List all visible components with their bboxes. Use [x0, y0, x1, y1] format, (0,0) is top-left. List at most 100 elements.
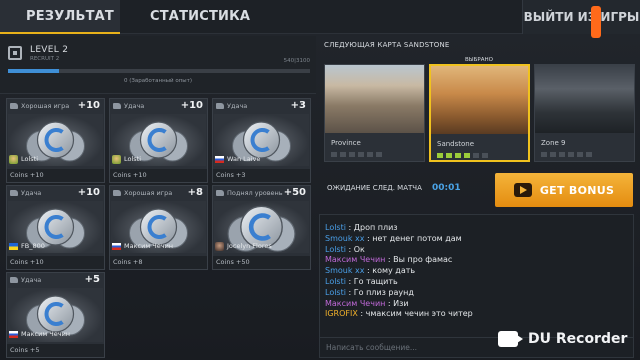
- xp-progress-bar: [8, 69, 310, 73]
- vote-dot: [482, 153, 488, 158]
- card-header: Удача +10: [110, 99, 207, 113]
- level-panel: LEVEL 2 RECRUIT 2 540|3100 0 (Заработанн…: [0, 36, 316, 94]
- player-row: Lolsti: [9, 153, 38, 165]
- chat-sender: Lolsti: [325, 223, 346, 232]
- chat-line: Smouk xx : кому дать: [325, 266, 625, 277]
- vote-dot: [586, 152, 592, 157]
- avatar: [112, 154, 121, 164]
- chat-text: : нет денег потом дам: [367, 233, 462, 243]
- reward-value: +10: [180, 100, 203, 111]
- vote-dot: [455, 153, 461, 158]
- chat-line: IGROFIX : чмаксим чечин это читер: [325, 309, 625, 320]
- flag-ru-icon: [215, 155, 224, 163]
- get-bonus-label: GET BONUS: [539, 183, 615, 197]
- flag-ru-icon: [112, 242, 121, 250]
- vote-dot: [464, 153, 470, 158]
- chat-sender: Максим Чечин: [325, 255, 386, 265]
- recorder-label: DU Recorder: [528, 331, 628, 347]
- reward-value: +8: [187, 187, 203, 198]
- reward-card: Удача +3 Wan Laive Coins +3: [212, 98, 311, 183]
- xp-counter: 540|3100: [283, 58, 310, 64]
- next-map-title: СЛЕДУЮЩАЯ КАРТА SANDSTONE: [324, 41, 450, 49]
- reward-type-icon: [10, 277, 18, 283]
- chat-line: Lolsti : Го тащить: [325, 277, 625, 288]
- vote-dot: [331, 152, 337, 157]
- map-option-province[interactable]: Province: [324, 64, 425, 162]
- card-header: Хорошая игра +8: [110, 186, 207, 200]
- card-header: Хорошая игра +10: [7, 99, 104, 113]
- chat-line: Максим Чечин : Изи: [325, 299, 625, 310]
- player-name: Lolsti: [21, 155, 39, 163]
- reward-type: Хорошая игра: [124, 189, 173, 197]
- map-option-sandstone[interactable]: Sandstone: [429, 64, 530, 162]
- vote-dot: [541, 152, 547, 157]
- vote-dot: [376, 152, 382, 157]
- chat-text: : Дроп плиз: [348, 223, 398, 232]
- map-name: Sandstone: [437, 140, 475, 148]
- video-play-icon: [513, 183, 532, 197]
- chat-sender: Максим Чечин: [325, 298, 386, 308]
- reward-card: Поднял уровень +50 Jocelyn Flores Coins +50: [212, 185, 311, 270]
- card-header: Удача +3: [213, 99, 310, 113]
- chat-line: Smouk xx : нет денег потом дам: [325, 234, 625, 245]
- coins-reward: Coins +10: [110, 169, 207, 182]
- card-header: Удача +10: [7, 186, 104, 200]
- player-row: Максим Чечин: [112, 240, 173, 252]
- chat-text: : Вы про фамас: [387, 255, 453, 265]
- vote-dot: [349, 152, 355, 157]
- chat-sender: Lolsti: [325, 287, 346, 297]
- level-title: LEVEL 2: [30, 45, 69, 55]
- reward-type: Хорошая игра: [21, 102, 70, 110]
- chat-sender: Lolsti: [325, 244, 346, 254]
- chat-sender: IGROFIX: [325, 309, 358, 319]
- reward-type: Поднял уровень: [227, 189, 283, 197]
- vote-dot: [437, 153, 443, 158]
- chat-line: Lolsti : Ок: [325, 245, 625, 256]
- reward-type-icon: [216, 103, 224, 109]
- chat-messages: Lolsti : Дроп плиз Smouk xx : нет денег п…: [325, 223, 625, 320]
- match-result-screen: РЕЗУЛЬТАТ СТАТИСТИКА ВЫЙТИ ИЗ ИГРЫ LEVEL…: [0, 0, 640, 360]
- next-match-timer: 00:01: [432, 183, 461, 193]
- get-bonus-button[interactable]: GET BONUS: [495, 173, 633, 207]
- reward-card: Хорошая игра +10 Lolsti Coins +10: [6, 98, 105, 183]
- recorder-tab[interactable]: [591, 6, 601, 38]
- reward-type: Удача: [124, 102, 145, 110]
- map-option-zone-9[interactable]: Zone 9: [534, 64, 635, 162]
- vote-dot: [473, 153, 479, 158]
- chat-line: Lolsti : Дроп плиз: [325, 223, 625, 234]
- vote-dot: [568, 152, 574, 157]
- reward-value: +10: [77, 187, 100, 198]
- chosen-label: ВЫБРАНО: [465, 57, 493, 63]
- map-name: Zone 9: [541, 139, 566, 147]
- earned-xp-note: 0 (Заработанный опыт): [124, 78, 192, 84]
- reward-type: Удача: [227, 102, 248, 110]
- player-name: Максим Чечин: [124, 242, 174, 250]
- coins-reward: Coins +3: [213, 169, 310, 182]
- reward-type: Удача: [21, 189, 42, 197]
- player-name: Wan Laive: [227, 155, 261, 163]
- player-row: FB_800: [9, 240, 45, 252]
- reward-type-icon: [113, 190, 121, 196]
- map-preview: [431, 66, 528, 134]
- vote-dot: [367, 152, 373, 157]
- player-row: Wan Laive: [215, 153, 260, 165]
- reward-card: Удача +10 FB_800 Coins +10: [6, 185, 105, 270]
- vote-dot: [358, 152, 364, 157]
- reward-type-icon: [10, 190, 18, 196]
- xp-progress-fill: [8, 69, 60, 73]
- chat-text: : Го плиз раунд: [348, 287, 414, 297]
- tab-result[interactable]: РЕЗУЛЬТАТ: [0, 0, 120, 34]
- tab-statistics[interactable]: СТАТИСТИКА: [150, 0, 260, 34]
- chat-sender: Smouk xx: [325, 233, 365, 243]
- exit-game-button[interactable]: ВЫЙТИ ИЗ ИГРЫ: [522, 0, 640, 34]
- coins-reward: Coins +5: [7, 344, 104, 357]
- chat-text: : Го тащить: [348, 276, 398, 286]
- rank-name: RECRUIT 2: [30, 56, 60, 62]
- reward-type: Удача: [21, 276, 42, 284]
- chat-text: : чмаксим чечин это читер: [360, 309, 473, 319]
- chat-sender: Lolsti: [325, 276, 346, 286]
- map-votes: [437, 153, 488, 158]
- chat-text: : кому дать: [367, 266, 416, 276]
- vote-dot: [446, 153, 452, 158]
- chat-text: : Изи: [387, 298, 409, 308]
